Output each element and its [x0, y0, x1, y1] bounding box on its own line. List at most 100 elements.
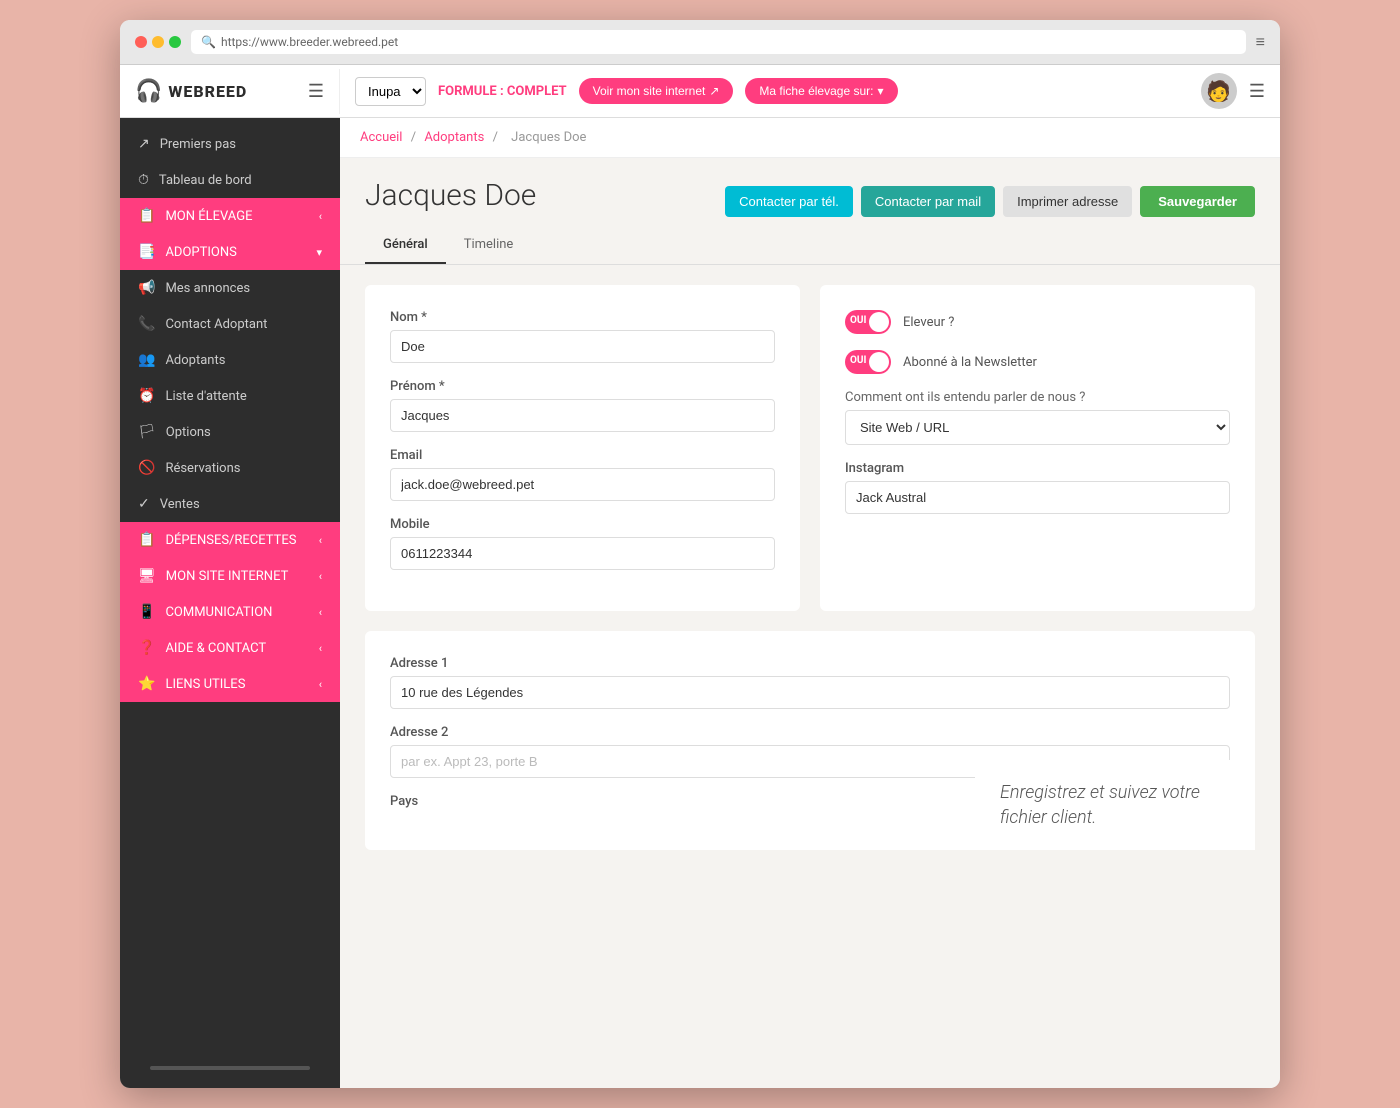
formule-badge: FORMULE : COMPLET	[438, 84, 567, 99]
sidebar-label: ADOPTIONS	[165, 245, 236, 260]
mobile-label: Mobile	[390, 517, 775, 532]
sidebar-item-options[interactable]: 🏳 Options	[120, 414, 340, 450]
logo-text: WEBREED	[168, 82, 247, 101]
form-row-main: Nom * Prénom * Email Mobile	[365, 285, 1255, 611]
source-select[interactable]: Site Web / URL Réseaux sociaux Bouche à …	[845, 410, 1230, 445]
sidebar-item-mon-site[interactable]: 🖥 MON SITE INTERNET ‹	[120, 558, 340, 594]
instagram-input[interactable]	[845, 481, 1230, 514]
sidebar-label: AIDE & CONTACT	[165, 641, 266, 656]
question-icon: ❓	[138, 640, 155, 656]
sidebar-item-ventes[interactable]: ✓ Ventes	[120, 486, 340, 522]
sidebar-label: Tableau de bord	[159, 173, 252, 188]
save-button[interactable]: Sauvegarder	[1140, 186, 1255, 217]
clipboard-icon: 📋	[138, 208, 155, 224]
eleveur-toggle[interactable]: OUI	[845, 310, 891, 334]
check-icon: ✓	[138, 496, 150, 512]
receipt-icon: 📋	[138, 532, 155, 548]
sidebar-item-tableau-bord[interactable]: ⏱ Tableau de bord	[120, 162, 340, 198]
contact-tel-button[interactable]: Contacter par tél.	[725, 186, 853, 217]
newsletter-toggle[interactable]: OUI	[845, 350, 891, 374]
breadcrumb-current: Jacques Doe	[511, 130, 586, 145]
eleveur-label: Eleveur ?	[903, 315, 954, 330]
monitor-icon: 🖥	[138, 568, 156, 584]
avatar-icon: 🧑	[1206, 79, 1231, 103]
imprimer-button[interactable]: Imprimer adresse	[1003, 186, 1132, 217]
form-group-source: Comment ont ils entendu parler de nous ?…	[845, 390, 1230, 445]
form-card-left: Nom * Prénom * Email Mobile	[365, 285, 800, 611]
sidebar-item-liste-attente[interactable]: ⏰ Liste d'attente	[120, 378, 340, 414]
sidebar-item-mon-elevage[interactable]: 📋 MON ÉLEVAGE ‹	[120, 198, 340, 234]
main-content: Accueil / Adoptants / Jacques Doe Jacque…	[340, 118, 1280, 1088]
sidebar-toggle-icon[interactable]: ☰	[308, 81, 324, 102]
instagram-label: Instagram	[845, 461, 1230, 476]
breeder-select[interactable]: Inupa	[355, 77, 426, 106]
fiche-elevage-button[interactable]: Ma fiche élevage sur: ▾	[745, 78, 897, 104]
star-icon: ⭐	[138, 676, 155, 692]
sidebar-scrollbar[interactable]	[150, 1066, 310, 1070]
breadcrumb-sep2: /	[493, 130, 498, 145]
source-label: Comment ont ils entendu parler de nous ?	[845, 390, 1230, 405]
sidebar-label: Ventes	[160, 497, 200, 512]
sidebar-label: LIENS UTILES	[165, 677, 245, 692]
promo-text: Enregistrez et suivez votre fichier clie…	[1000, 780, 1230, 830]
time-icon: ⏰	[138, 388, 155, 404]
promo-overlay: Enregistrez et suivez votre fichier clie…	[975, 760, 1255, 850]
arrow-left-icon2: ‹	[319, 570, 322, 583]
clock-icon: ⏱	[138, 172, 149, 188]
sidebar-label: Adoptants	[165, 353, 225, 368]
header-right: 🧑 ☰	[1201, 73, 1265, 109]
address-bar[interactable]: 🔍 https://www.breeder.webreed.pet	[191, 30, 1246, 54]
form-group-instagram: Instagram	[845, 461, 1230, 514]
browser-dots	[135, 36, 181, 48]
tab-timeline[interactable]: Timeline	[446, 227, 532, 264]
logo-icon: 🎧	[135, 79, 162, 104]
sidebar-item-adoptants[interactable]: 👥 Adoptants	[120, 342, 340, 378]
nom-input[interactable]	[390, 330, 775, 363]
breadcrumb: Accueil / Adoptants / Jacques Doe	[340, 118, 1280, 158]
header-menu-icon[interactable]: ☰	[1249, 81, 1265, 102]
newsletter-label: Abonné à la Newsletter	[903, 355, 1037, 370]
sidebar-item-adoptions[interactable]: 📑 ADOPTIONS ▾	[120, 234, 340, 270]
phone-icon: 📞	[138, 316, 155, 332]
sidebar-label: Options	[166, 425, 211, 440]
form-group-adresse1: Adresse 1	[390, 656, 1230, 709]
tab-general[interactable]: Général	[365, 227, 446, 264]
flag-icon: 🏳	[138, 424, 156, 440]
arrow-icon: ↗	[138, 136, 150, 152]
sidebar-item-liens[interactable]: ⭐ LIENS UTILES ‹	[120, 666, 340, 702]
dot-red[interactable]	[135, 36, 147, 48]
sidebar-item-communication[interactable]: 📱 COMMUNICATION ‹	[120, 594, 340, 630]
sidebar-label: Premiers pas	[160, 137, 236, 152]
email-label: Email	[390, 448, 775, 463]
adresse1-input[interactable]	[390, 676, 1230, 709]
breadcrumb-sep1: /	[411, 130, 416, 145]
dot-green[interactable]	[169, 36, 181, 48]
sidebar-item-aide[interactable]: ❓ AIDE & CONTACT ‹	[120, 630, 340, 666]
dot-yellow[interactable]	[152, 36, 164, 48]
email-input[interactable]	[390, 468, 775, 501]
page-header: Jacques Doe Contacter par tél. Contacter…	[340, 158, 1280, 227]
doc-icon: 📑	[138, 244, 155, 260]
breadcrumb-accueil[interactable]: Accueil	[360, 130, 402, 145]
prenom-input[interactable]	[390, 399, 775, 432]
sidebar-nav: ↗ Premiers pas ⏱ Tableau de bord 📋 MON É…	[120, 118, 340, 1048]
arrow-left-icon: ‹	[319, 534, 322, 547]
sidebar-label: DÉPENSES/RECETTES	[165, 533, 296, 548]
avatar[interactable]: 🧑	[1201, 73, 1237, 109]
sidebar-item-premiers-pas[interactable]: ↗ Premiers pas	[120, 126, 340, 162]
sidebar-item-contact-adoptant[interactable]: 📞 Contact Adoptant	[120, 306, 340, 342]
newsletter-toggle-row: OUI Abonné à la Newsletter	[845, 350, 1230, 374]
sidebar-item-depenses[interactable]: 📋 DÉPENSES/RECETTES ‹	[120, 522, 340, 558]
mobile-input[interactable]	[390, 537, 775, 570]
arrow-left-icon3: ‹	[319, 606, 322, 619]
sidebar-item-reservations[interactable]: 🚫 Réservations	[120, 450, 340, 486]
browser-menu-icon[interactable]: ≡	[1256, 32, 1265, 52]
header-main: Inupa FORMULE : COMPLET Voir mon site in…	[340, 65, 1280, 117]
sidebar-item-mes-annonces[interactable]: 📢 Mes annonces	[120, 270, 340, 306]
sidebar-label: MON SITE INTERNET	[166, 569, 289, 584]
voir-site-button[interactable]: Voir mon site internet ↗	[579, 78, 734, 104]
breadcrumb-adoptants[interactable]: Adoptants	[424, 130, 484, 145]
sidebar-label: MON ÉLEVAGE	[165, 209, 252, 224]
contact-mail-button[interactable]: Contacter par mail	[861, 186, 995, 217]
group-icon: 👥	[138, 352, 155, 368]
